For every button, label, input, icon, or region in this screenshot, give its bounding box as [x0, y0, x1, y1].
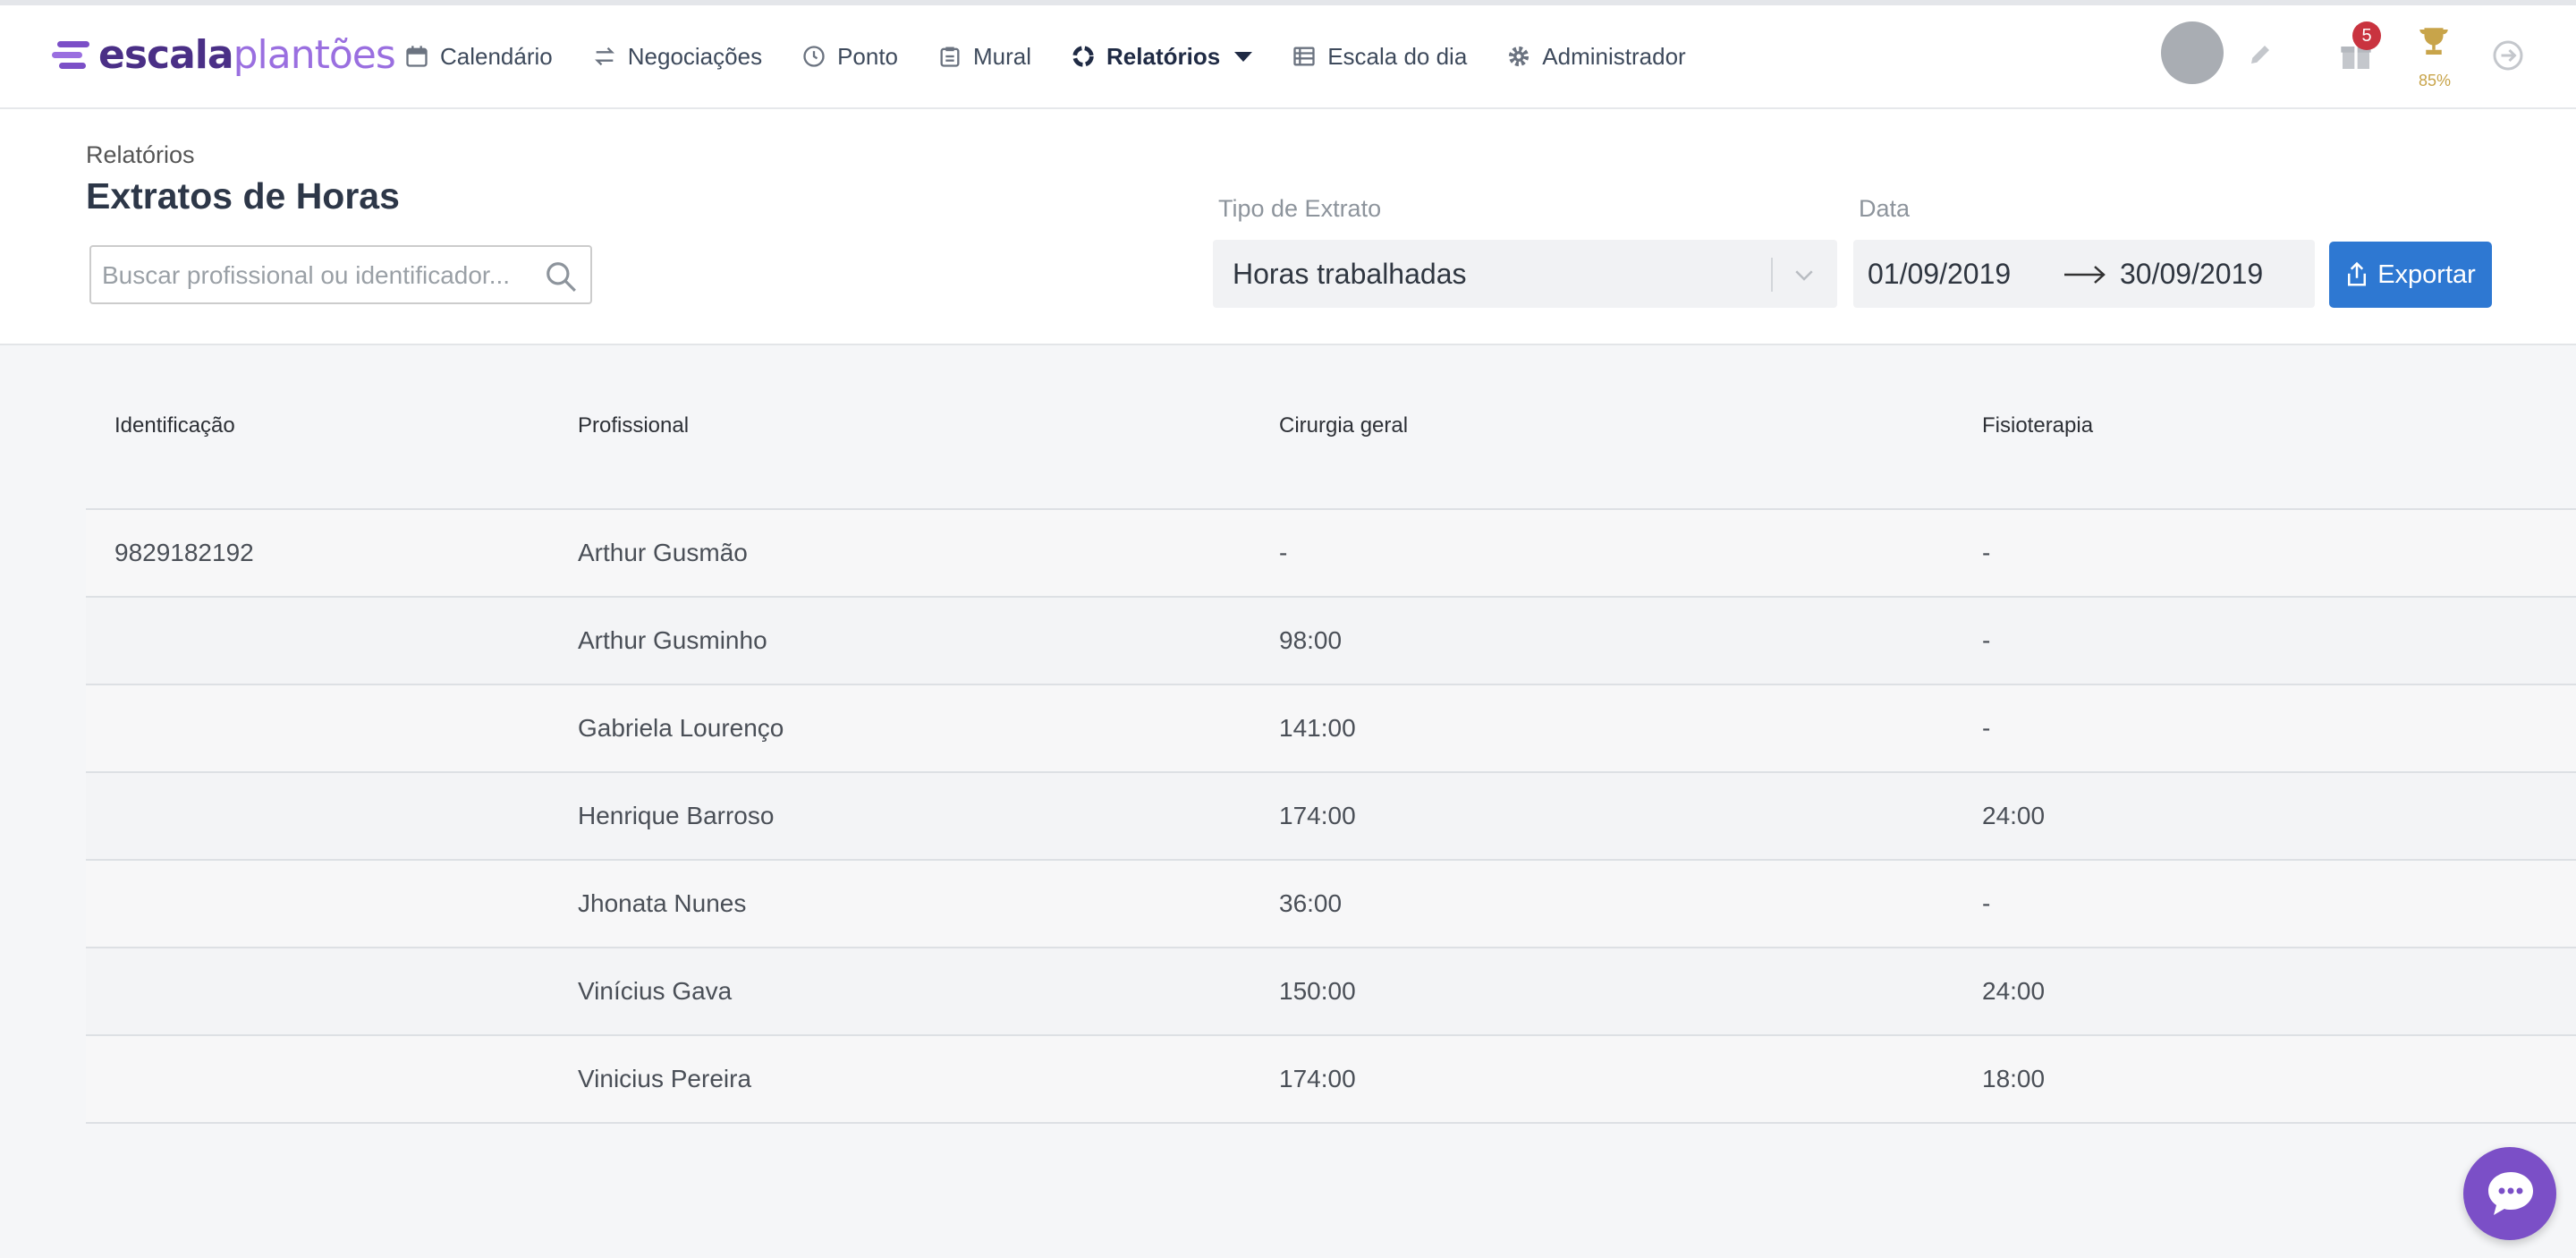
search-box	[89, 245, 592, 304]
nav-item-mural[interactable]: Mural	[937, 43, 1031, 71]
column-header-profissional[interactable]: Profissional	[578, 413, 689, 438]
cell-fisioterapia: 18:00	[1982, 1065, 2046, 1092]
cell-profissional: Gabriela Lourenço	[578, 714, 784, 742]
table-row[interactable]: 9829182192 Arthur Gusmão - -	[86, 510, 2576, 598]
cell-profissional: Arthur Gusmão	[578, 539, 748, 566]
table-body: 9829182192 Arthur Gusmão - - Arthur Gusm…	[86, 510, 2576, 1124]
nav-item-calendario[interactable]: Calendário	[404, 43, 553, 71]
nav-item-label: Ponto	[837, 42, 899, 70]
date-label: Data	[1859, 195, 1911, 222]
cell-fisioterapia: 24:00	[1982, 977, 2046, 1005]
calendar-icon	[406, 46, 428, 67]
logout-icon[interactable]	[2492, 39, 2524, 72]
extract-type-value: Horas trabalhadas	[1233, 258, 1467, 290]
cell-fisioterapia: 24:00	[1982, 802, 2046, 829]
nav-item-label: Calendário	[440, 42, 553, 70]
trophy-icon[interactable]	[2415, 23, 2453, 61]
page-title: Extratos de Horas	[86, 175, 400, 217]
table-row[interactable]: Gabriela Lourenço 141:00 -	[86, 685, 2576, 773]
nav-item-label: Negociações	[627, 42, 763, 70]
nav-menu: Calendário Negociações Ponto Mural Relat…	[404, 5, 1725, 107]
page-header: Relatórios Extratos de Horas Tipo de Ext…	[0, 109, 2576, 345]
column-header-cirurgia-geral[interactable]: Cirurgia geral	[1279, 413, 1408, 438]
nav-item-label: Mural	[973, 42, 1032, 70]
avatar[interactable]	[2161, 21, 2224, 84]
nav-item-ponto[interactable]: Ponto	[801, 43, 898, 71]
nav-item-negociacoes[interactable]: Negociações	[592, 43, 762, 71]
list-icon	[1293, 47, 1315, 66]
cell-identificacao: 9829182192	[114, 539, 254, 566]
navbar: escalaplantões Calendário Negociações Po…	[0, 5, 2576, 109]
table-row[interactable]: Arthur Gusminho 98:00 -	[86, 598, 2576, 685]
table-row[interactable]: Jhonata Nunes 36:00 -	[86, 861, 2576, 948]
arrow-right-icon	[2064, 266, 2106, 284]
nav-item-escala-do-dia[interactable]: Escala do dia	[1292, 43, 1467, 71]
table-row[interactable]: Vinícius Gava 150:00 24:00	[86, 948, 2576, 1036]
hours-table: Identificação Profissional Cirurgia gera…	[86, 344, 2576, 1124]
reports-icon	[1072, 46, 1094, 67]
export-label: Exportar	[2377, 259, 2476, 289]
date-range-picker[interactable]: 01/09/2019 30/09/2019	[1853, 240, 2315, 308]
cell-cirurgia-geral: 150:00	[1279, 977, 1356, 1005]
nav-item-administrador[interactable]: Administrador	[1506, 42, 1686, 71]
logo-text-part2: plantões	[233, 32, 396, 78]
export-button[interactable]: Exportar	[2329, 242, 2492, 308]
gear-icon	[1509, 46, 1530, 67]
extract-type-label: Tipo de Extrato	[1218, 195, 1382, 222]
cell-profissional: Arthur Gusminho	[578, 626, 767, 654]
chat-button[interactable]	[2463, 1147, 2556, 1240]
cell-fisioterapia: -	[1982, 714, 1991, 742]
search-icon[interactable]	[544, 259, 578, 293]
column-header-identificacao[interactable]: Identificação	[114, 413, 235, 438]
logo-text: escalaplantões	[98, 36, 396, 75]
clipboard-icon	[940, 47, 960, 67]
cell-fisioterapia: -	[1982, 626, 1991, 654]
clock-icon	[803, 46, 825, 67]
column-header-fisioterapia[interactable]: Fisioterapia	[1982, 413, 2093, 438]
nav-item-relatorios[interactable]: Relatórios	[1071, 42, 1253, 71]
date-start[interactable]: 01/09/2019	[1868, 258, 2011, 291]
table-header: Identificação Profissional Cirurgia gera…	[86, 344, 2576, 510]
nav-item-label: Relatórios	[1106, 42, 1221, 70]
chevron-down-icon[interactable]	[1791, 261, 1818, 288]
nav-item-label: Escala do dia	[1327, 42, 1468, 70]
cell-fisioterapia: -	[1982, 889, 1991, 917]
cell-profissional: Jhonata Nunes	[578, 889, 747, 917]
breadcrumb[interactable]: Relatórios	[86, 141, 195, 169]
extract-type-select[interactable]: Horas trabalhadas	[1213, 240, 1837, 308]
table-row[interactable]: Henrique Barroso 174:00 24:00	[86, 773, 2576, 861]
cell-profissional: Vinícius Gava	[578, 977, 733, 1005]
date-end[interactable]: 30/09/2019	[2120, 258, 2263, 291]
cell-fisioterapia: -	[1982, 539, 1991, 566]
notification-badge: 5	[2352, 21, 2381, 50]
cell-cirurgia-geral: 98:00	[1279, 626, 1343, 654]
cell-cirurgia-geral: 141:00	[1279, 714, 1356, 742]
trophy-percent: 85%	[2418, 72, 2452, 89]
chat-bubble-icon	[2488, 1172, 2533, 1215]
select-divider	[1771, 258, 1773, 292]
search-input[interactable]	[100, 254, 533, 297]
chevron-down-icon	[1234, 51, 1253, 62]
cell-profissional: Vinicius Pereira	[578, 1065, 752, 1092]
logo-text-part1: escala	[98, 32, 234, 78]
cell-profissional: Henrique Barroso	[578, 802, 775, 829]
exchange-icon	[594, 47, 614, 66]
logo-mark-icon	[52, 36, 93, 75]
logo[interactable]: escalaplantões	[52, 29, 396, 82]
table-row[interactable]: Vinicius Pereira 174:00 18:00	[86, 1036, 2576, 1124]
cell-cirurgia-geral: 174:00	[1279, 1065, 1356, 1092]
nav-item-label: Administrador	[1542, 42, 1686, 70]
export-icon	[2348, 261, 2367, 286]
cell-cirurgia-geral: -	[1279, 539, 1288, 566]
cell-cirurgia-geral: 174:00	[1279, 802, 1356, 829]
cell-cirurgia-geral: 36:00	[1279, 889, 1343, 917]
pencil-icon[interactable]	[2247, 41, 2274, 68]
